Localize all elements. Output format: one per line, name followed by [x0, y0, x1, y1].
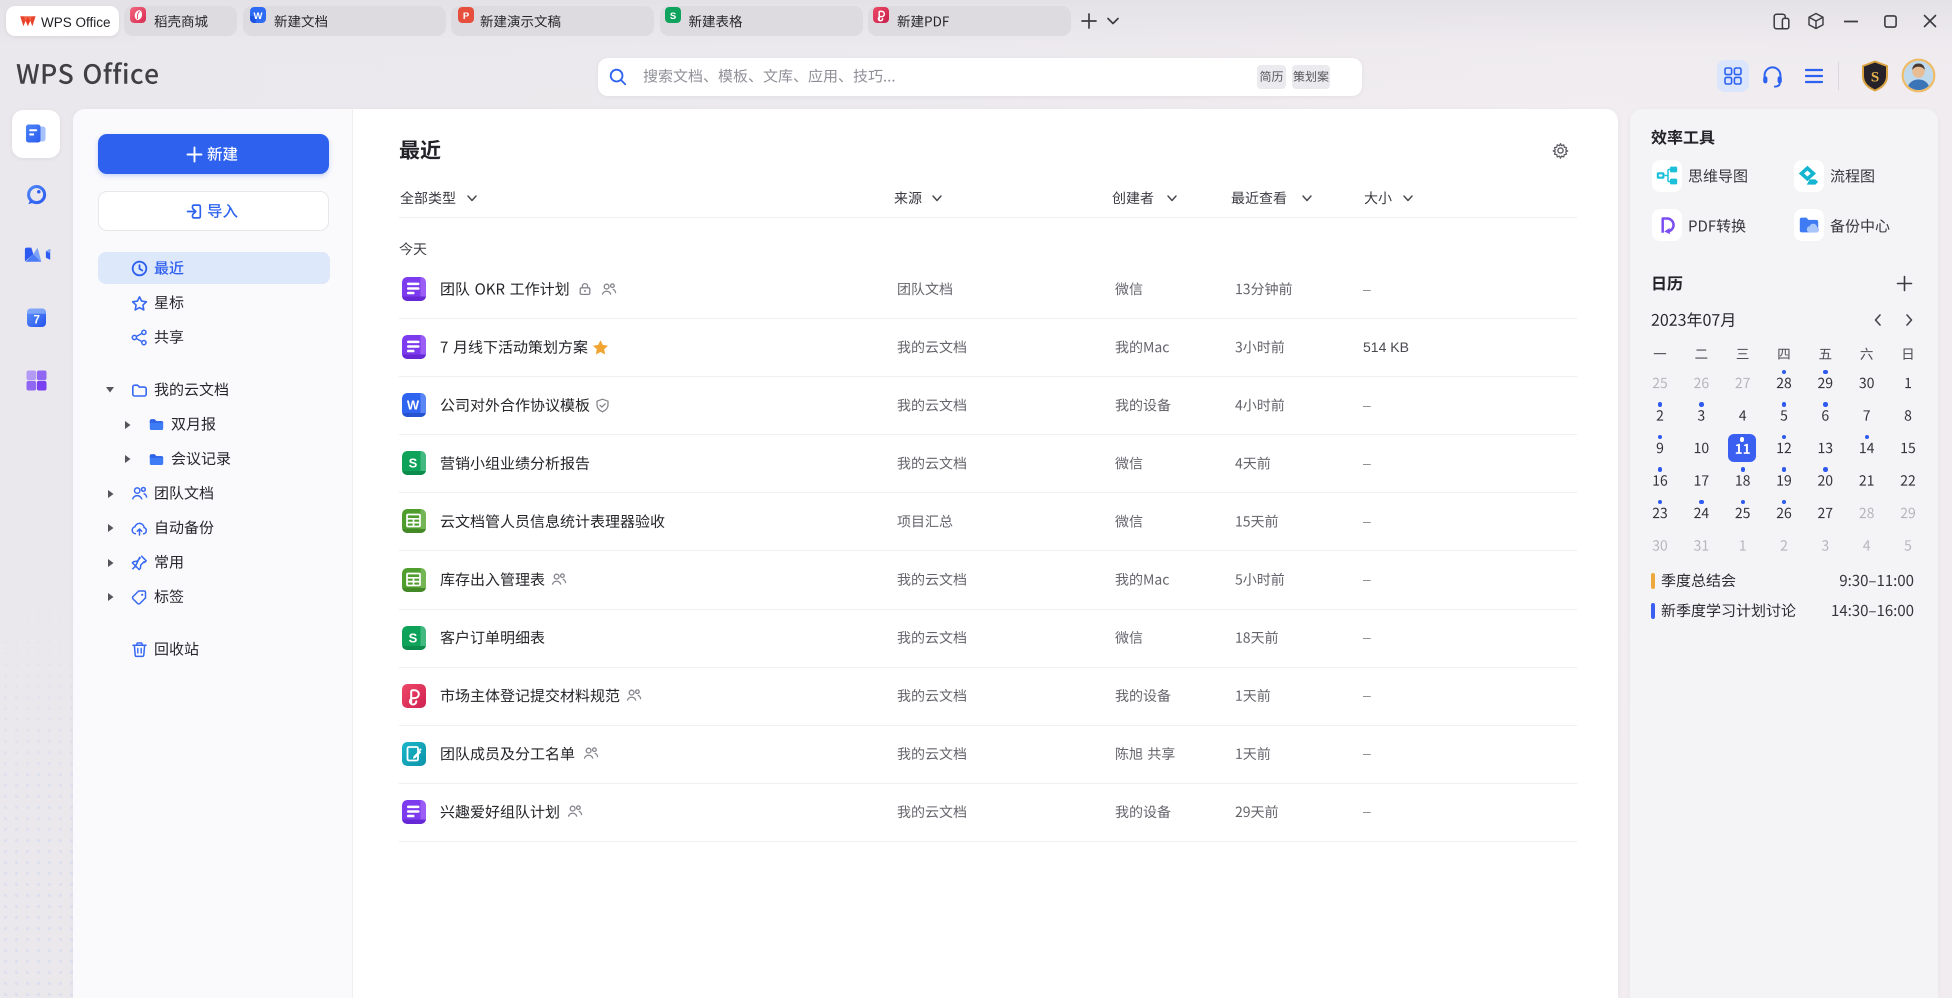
- svg-text:W: W: [254, 11, 263, 22]
- svg-text:7: 7: [33, 315, 39, 327]
- svg-text:S: S: [669, 11, 675, 22]
- svg-text:S: S: [409, 630, 418, 645]
- svg-text:S: S: [409, 456, 418, 471]
- svg-text:S: S: [1871, 70, 1879, 86]
- svg-text:P: P: [463, 11, 470, 22]
- svg-text:W: W: [407, 398, 420, 413]
